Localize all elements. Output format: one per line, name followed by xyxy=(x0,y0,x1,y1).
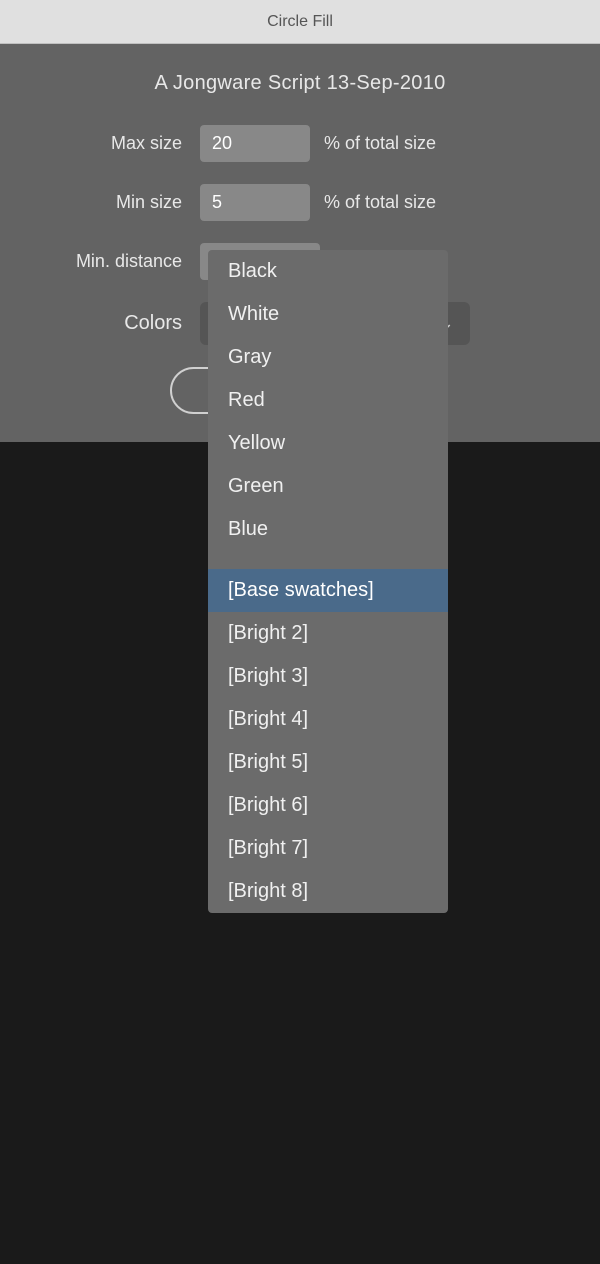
max-size-row: Max size % of total size xyxy=(40,125,560,162)
dropdown-item[interactable]: White xyxy=(208,293,448,336)
min-size-row: Min size % of total size xyxy=(40,184,560,221)
max-size-label: Max size xyxy=(40,133,200,154)
title-bar: Circle Fill xyxy=(0,0,600,44)
window-title: Circle Fill xyxy=(267,13,333,31)
dropdown-swatch-item[interactable]: [Bright 3] xyxy=(208,655,448,698)
dropdown-swatch-item[interactable]: [Base swatches] xyxy=(208,569,448,612)
min-size-unit: % of total size xyxy=(324,192,436,213)
colors-label: Colors xyxy=(40,312,200,335)
dropdown-swatch-item[interactable]: [Bright 5] xyxy=(208,741,448,784)
dropdown-item[interactable]: Blue xyxy=(208,508,448,551)
max-size-input[interactable] xyxy=(200,125,310,162)
dropdown-divider xyxy=(208,551,448,569)
dropdown-swatch-item[interactable]: [Bright 8] xyxy=(208,870,448,913)
dropdown-item[interactable]: Red xyxy=(208,379,448,422)
min-size-input[interactable] xyxy=(200,184,310,221)
dropdown-item[interactable]: Green xyxy=(208,465,448,508)
colors-dropdown-menu: BlackWhiteGrayRedYellowGreenBlue [Base sw… xyxy=(208,250,448,913)
dropdown-swatch-item[interactable]: [Bright 7] xyxy=(208,827,448,870)
dropdown-item[interactable]: Black xyxy=(208,250,448,293)
dropdown-item[interactable]: Yellow xyxy=(208,422,448,465)
min-size-label: Min size xyxy=(40,192,200,213)
max-size-unit: % of total size xyxy=(324,133,436,154)
dropdown-swatch-item[interactable]: [Bright 4] xyxy=(208,698,448,741)
min-distance-label: Min. distance xyxy=(40,251,200,272)
script-info: A Jongware Script 13-Sep-2010 xyxy=(40,72,560,95)
dropdown-swatch-item[interactable]: [Bright 6] xyxy=(208,784,448,827)
dropdown-swatch-item[interactable]: [Bright 2] xyxy=(208,612,448,655)
dropdown-item[interactable]: Gray xyxy=(208,336,448,379)
